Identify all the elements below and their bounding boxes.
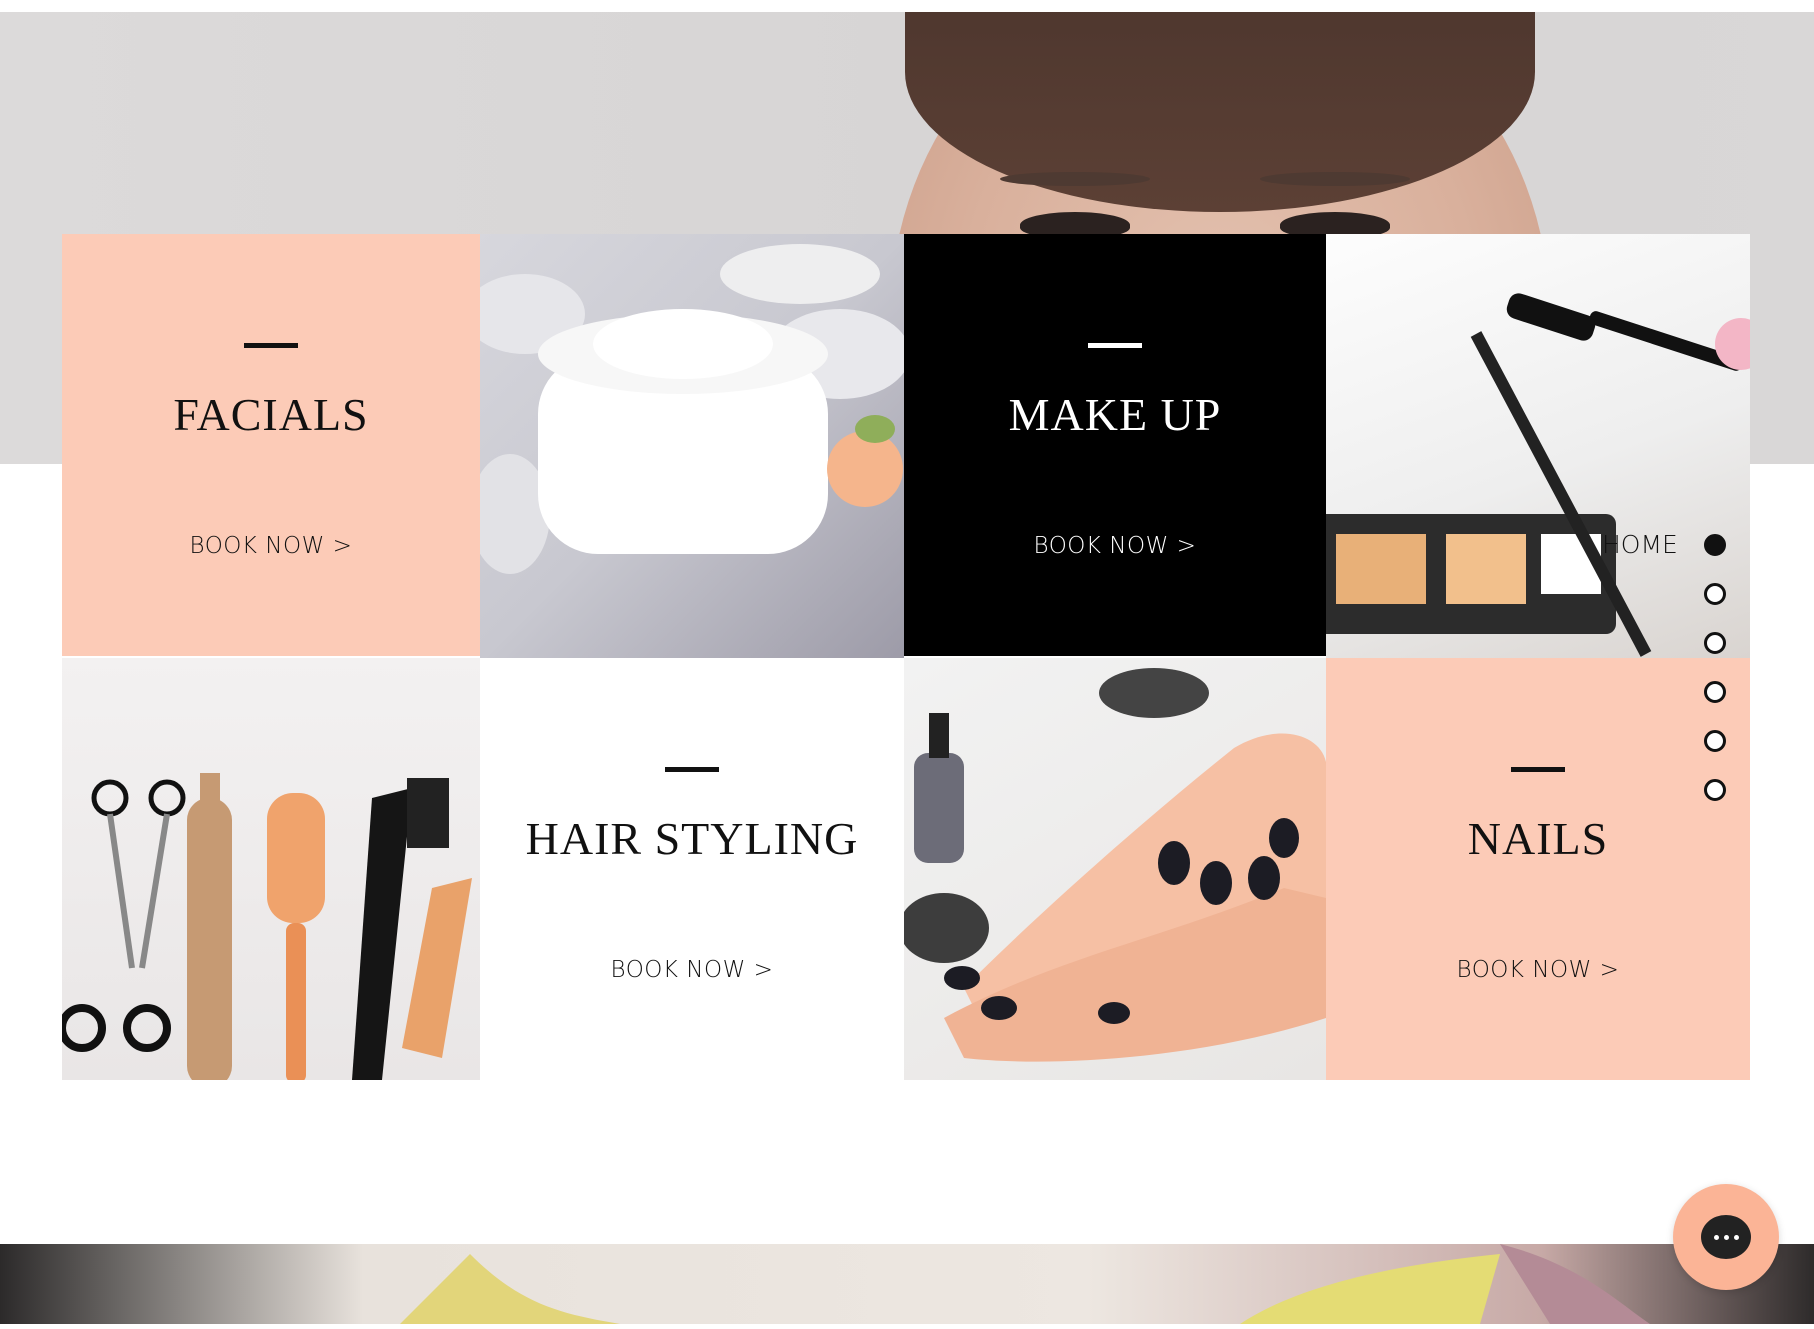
cream-jar-image bbox=[480, 234, 904, 658]
side-nav-dot[interactable] bbox=[1704, 583, 1726, 605]
make-up-book-now-link[interactable]: BOOK NOW > bbox=[1034, 533, 1197, 559]
side-nav-active-label[interactable]: HOME bbox=[1602, 530, 1678, 559]
tile-dash bbox=[244, 343, 298, 348]
manicure-hands-image bbox=[904, 658, 1326, 1080]
side-nav-dot[interactable] bbox=[1704, 779, 1726, 801]
facials-title: FACIALS bbox=[173, 389, 369, 440]
hero-brow-left bbox=[1000, 172, 1150, 186]
tile-dash bbox=[1511, 767, 1565, 772]
hero-brow-right bbox=[1260, 172, 1410, 186]
nails-tile: NAILS BOOK NOW > bbox=[1326, 658, 1750, 1080]
chat-button[interactable] bbox=[1673, 1184, 1779, 1290]
side-nav-dot[interactable] bbox=[1704, 730, 1726, 752]
nails-book-now-link[interactable]: BOOK NOW > bbox=[1457, 957, 1620, 983]
manicure-hands-illustration bbox=[904, 668, 1326, 1062]
flower-illustration bbox=[400, 1244, 1650, 1324]
tile-dash bbox=[1088, 343, 1142, 348]
chat-bubble-icon bbox=[1701, 1215, 1751, 1259]
next-section-image bbox=[0, 1244, 1814, 1324]
side-nav-dot[interactable] bbox=[1704, 534, 1726, 556]
tile-dash bbox=[665, 767, 719, 772]
facials-book-now-link[interactable]: BOOK NOW > bbox=[190, 533, 353, 559]
nails-title: NAILS bbox=[1467, 813, 1609, 864]
makeup-products-illustration bbox=[1326, 293, 1750, 657]
hair-tools-image bbox=[62, 658, 480, 1080]
hair-styling-title: HAIR STYLING bbox=[525, 813, 859, 864]
make-up-title: MAKE UP bbox=[1008, 389, 1222, 440]
hair-tools-illustration bbox=[62, 773, 472, 1080]
side-nav-dot[interactable] bbox=[1704, 632, 1726, 654]
facials-tile: FACIALS BOOK NOW > bbox=[62, 234, 480, 656]
hair-styling-book-now-link[interactable]: BOOK NOW > bbox=[611, 957, 774, 983]
services-grid: FACIALS BOOK NOW > MAKE UP BOOK NOW > HA… bbox=[62, 234, 1750, 1080]
top-strip bbox=[0, 0, 1814, 12]
make-up-tile: MAKE UP BOOK NOW > bbox=[904, 234, 1326, 656]
cream-jar-illustration bbox=[480, 244, 904, 574]
hair-styling-tile: HAIR STYLING BOOK NOW > bbox=[480, 658, 904, 1080]
side-nav-dot[interactable] bbox=[1704, 681, 1726, 703]
makeup-products-image bbox=[1326, 234, 1750, 658]
